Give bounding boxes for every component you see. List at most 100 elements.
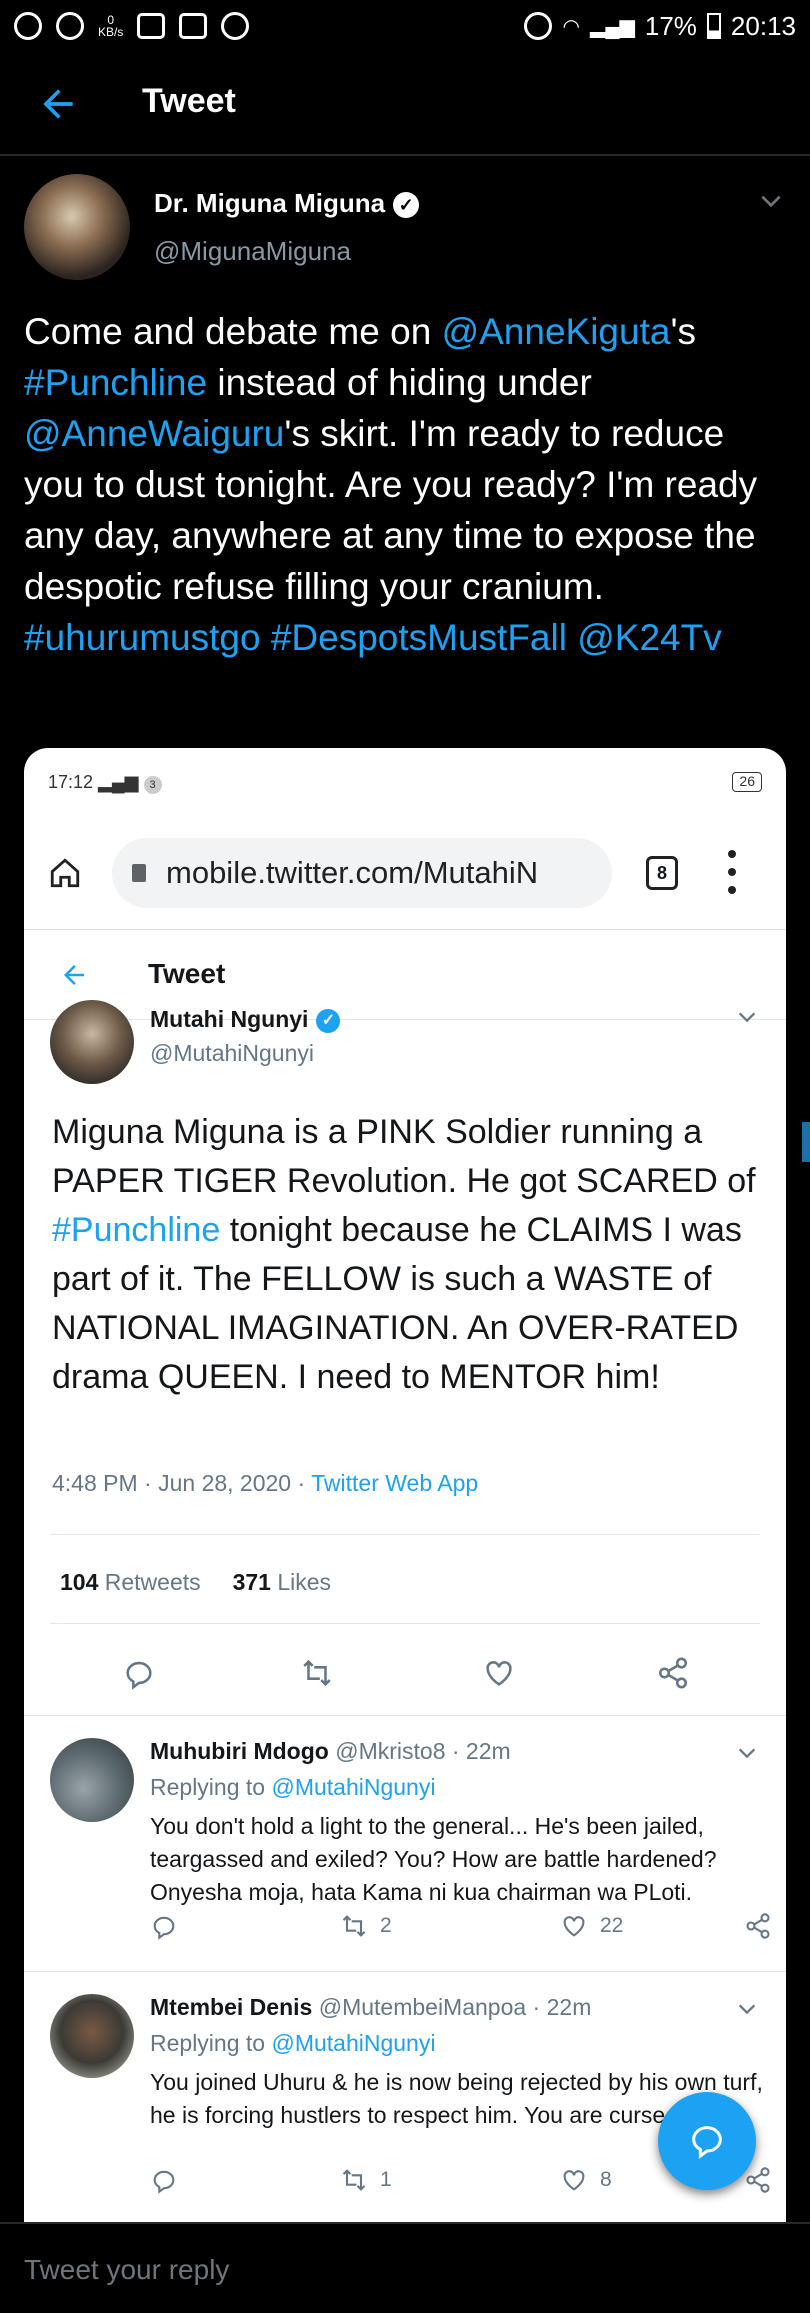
tweet-link[interactable]: @AnneKiguta — [442, 311, 671, 352]
embedded-timestamp: 4:48 PM · Jun 28, 2020 · — [52, 1470, 312, 1496]
reply-header: Mtembei Denis @MutembeiManpoa · 22m — [150, 1994, 591, 2021]
retweet-count: 104 — [60, 1569, 99, 1595]
author-name-text: Dr. Miguna Miguna — [154, 188, 386, 218]
compose-reply-button[interactable] — [658, 2092, 756, 2190]
embedded-author-handle: @MutahiNgunyi — [150, 1040, 314, 1066]
wifi-icon: ◠ — [562, 15, 580, 38]
embedded-tweet-text: Miguna Miguna is a PINK Soldier running … — [52, 1108, 762, 1402]
share-icon — [746, 2167, 770, 2193]
reply-item: Muhubiri Mdogo @Mkristo8 · 22m Replying … — [24, 1716, 786, 1972]
page-title: Tweet — [142, 82, 236, 120]
embedded-author-avatar — [50, 1000, 134, 1084]
reply-avatar — [50, 1738, 134, 1822]
tweet-text-segment: instead of hiding under — [207, 362, 592, 403]
reply-handle: @Mkristo8 · 22m — [335, 1738, 511, 1764]
retweet-label: Retweets — [98, 1569, 201, 1595]
author-handle[interactable]: @MigunaMiguna — [154, 236, 351, 267]
url-field: mobile.twitter.com/MutahiN — [112, 838, 612, 908]
reply-icon — [153, 2170, 175, 2194]
reply-header: Muhubiri Mdogo @Mkristo8 · 22m — [150, 1738, 511, 1765]
tweet-link[interactable]: #Punchline — [52, 1211, 220, 1249]
retweet-icon — [342, 2169, 366, 2191]
add-circle-icon — [14, 12, 42, 40]
author-avatar[interactable] — [24, 174, 130, 280]
tweet-link[interactable]: @K24Tv — [577, 617, 722, 658]
tweet-text-segment: Come and debate me on — [24, 311, 442, 352]
battery-percent: 17% — [644, 10, 697, 41]
tweet-link[interactable]: @AnneWaiguru — [24, 413, 284, 454]
tweet-text: Come and debate me on @AnneKiguta's #Pun… — [24, 306, 784, 663]
embedded-stats: 104 Retweets 371 Likes — [50, 1534, 760, 1624]
replying-to: Replying to @MutahiNgunyi — [150, 2030, 435, 2057]
reply-retweet-count: 2 — [380, 1914, 392, 1937]
author-name[interactable]: Dr. Miguna Miguna ✓ — [154, 188, 420, 219]
embedded-clock: 17:12 — [48, 772, 94, 792]
gallery-icon — [137, 13, 166, 39]
tweet-text-segment: 's — [670, 311, 697, 352]
embedded-badge: 3 — [143, 776, 162, 794]
scrollbar-thumb[interactable] — [802, 1122, 810, 1162]
replying-prefix: Replying to — [150, 2030, 272, 2056]
url-text: mobile.twitter.com/MutahiN — [166, 855, 539, 890]
share-icon — [746, 1913, 770, 1939]
tweet-text-segment — [567, 617, 577, 658]
embedded-title: Tweet — [148, 958, 226, 989]
app-icon — [179, 13, 208, 39]
lock-icon — [132, 864, 146, 882]
tweet-link[interactable]: #uhurumustgo — [24, 617, 261, 658]
heart-icon — [563, 2170, 585, 2191]
reply-actions: 2 22 — [150, 1912, 780, 1946]
home-icon — [50, 858, 80, 888]
back-arrow-icon[interactable] — [36, 82, 80, 126]
reply-icon — [126, 1661, 152, 1690]
reply-author-name: Mtembei Denis — [150, 1994, 313, 2020]
attached-image[interactable]: 17:12 ▂▄▆ 3 26 mobile.twitter.com/Mutahi… — [24, 748, 786, 2228]
reply-avatar — [50, 1994, 134, 2078]
alarm-icon — [524, 12, 553, 40]
embedded-author-name-text: Mutahi Ngunyi — [150, 1006, 309, 1032]
speech-bubble-icon — [692, 2126, 722, 2159]
reply-input[interactable]: Tweet your reply — [24, 2254, 229, 2286]
reply-retweet-count: 1 — [380, 2168, 392, 2191]
embedded-source: Twitter Web App — [311, 1470, 479, 1496]
reply-author-name: Muhubiri Mdogo — [150, 1738, 329, 1764]
chevron-down-icon — [738, 2004, 756, 2015]
heart-icon — [486, 1661, 512, 1686]
embedded-action-bar — [24, 1626, 786, 1716]
verified-badge-icon: ✓ — [316, 1008, 341, 1033]
tweet-text-segment — [261, 617, 271, 658]
network-speed: 0 KB/s — [98, 13, 124, 39]
reply-like-count: 22 — [600, 1914, 624, 1937]
retweet-icon — [303, 1659, 331, 1687]
embedded-status-bar: 17:12 ▂▄▆ 3 26 — [24, 748, 786, 820]
replying-to-handle: @MutahiNgunyi — [271, 2030, 436, 2056]
signal-icon: ▂▄▆ — [589, 15, 635, 38]
replying-prefix: Replying to — [150, 1774, 272, 1800]
chevron-down-icon[interactable] — [758, 188, 784, 214]
reply-text: You don't hold a light to the general...… — [150, 1813, 717, 1905]
like-count: 371 — [232, 1569, 271, 1595]
tweet-link[interactable]: #Punchline — [24, 362, 207, 403]
reply-handle: @MutembeiManpoa · 22m — [318, 1994, 592, 2020]
embedded-tweet-meta: 4:48 PM · Jun 28, 2020 · Twitter Web App — [52, 1470, 478, 1497]
status-bar: 0 KB/s ◠ ▂▄▆ 17% 20:13 — [0, 0, 810, 52]
tab-count-icon: 8 — [646, 856, 678, 890]
back-arrow-icon — [64, 965, 84, 985]
like-label: Likes — [270, 1569, 332, 1595]
reply-icon — [153, 1916, 175, 1940]
replying-to-handle: @MutahiNgunyi — [271, 1774, 436, 1800]
battery-icon — [706, 13, 721, 39]
retweet-icon — [342, 1915, 366, 1937]
heart-icon — [563, 1916, 585, 1937]
embedded-tweet-header: Tweet — [24, 930, 786, 1020]
reply-like-count: 8 — [600, 2168, 612, 2191]
whatsapp-icon — [221, 12, 250, 40]
browser-address-bar: mobile.twitter.com/MutahiN 8 — [24, 820, 786, 930]
chevron-down-icon — [738, 1012, 756, 1023]
replying-to: Replying to @MutahiNgunyi — [150, 1774, 435, 1801]
embedded-battery: 26 — [732, 772, 762, 792]
tweet-link[interactable]: #DespotsMustFall — [271, 617, 567, 658]
sync-icon — [56, 12, 84, 40]
share-icon — [658, 1657, 688, 1689]
reply-bar: Tweet your reply — [0, 2222, 810, 2313]
